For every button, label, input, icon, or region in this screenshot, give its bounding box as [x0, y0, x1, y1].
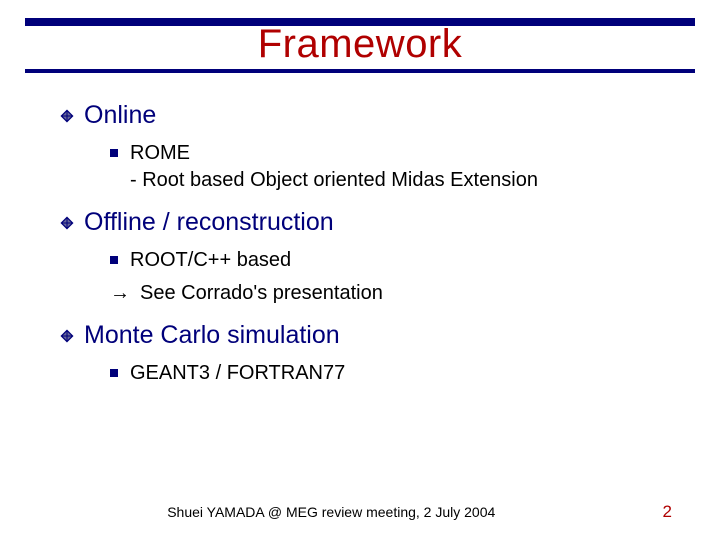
arrow-note: → See Corrado's presentation — [60, 280, 670, 307]
square-bullet-icon — [110, 256, 118, 264]
section-heading: Online — [60, 101, 670, 130]
diamond-bullet-icon — [60, 329, 74, 343]
list-item-text: ROME - Root based Object oriented Midas … — [130, 140, 538, 194]
section-title-text: Online — [84, 101, 156, 130]
footer: Shuei YAMADA @ MEG review meeting, 2 Jul… — [0, 502, 720, 522]
footer-text: Shuei YAMADA @ MEG review meeting, 2 Jul… — [0, 504, 663, 520]
section-title-text: Offline / reconstruction — [84, 208, 334, 237]
list-item-text: ROOT/C++ based — [130, 247, 291, 274]
section-title-text: Monte Carlo simulation — [84, 321, 340, 350]
section-heading: Monte Carlo simulation — [60, 321, 670, 350]
arrow-note-text: See Corrado's presentation — [140, 280, 383, 307]
section-offline: Offline / reconstruction ROOT/C++ based … — [60, 208, 670, 307]
square-bullet-icon — [110, 369, 118, 377]
page-number: 2 — [663, 502, 672, 522]
title-area: Framework — [0, 0, 720, 73]
diamond-bullet-icon — [60, 216, 74, 230]
list-item: ROOT/C++ based — [110, 247, 670, 274]
arrow-icon: → — [110, 282, 130, 305]
section-heading: Offline / reconstruction — [60, 208, 670, 237]
section-online: Online ROME - Root based Object oriented… — [60, 101, 670, 194]
sub-list: ROOT/C++ based — [60, 247, 670, 274]
section-monte-carlo: Monte Carlo simulation GEANT3 / FORTRAN7… — [60, 321, 670, 387]
diamond-bullet-icon — [60, 109, 74, 123]
list-item-text: GEANT3 / FORTRAN77 — [130, 360, 345, 387]
list-item: GEANT3 / FORTRAN77 — [110, 360, 670, 387]
list-item: ROME - Root based Object oriented Midas … — [110, 140, 670, 194]
slide-title: Framework — [0, 22, 720, 67]
square-bullet-icon — [110, 149, 118, 157]
content-area: Online ROME - Root based Object oriented… — [0, 73, 720, 387]
sub-list: GEANT3 / FORTRAN77 — [60, 360, 670, 387]
sub-list: ROME - Root based Object oriented Midas … — [60, 140, 670, 194]
